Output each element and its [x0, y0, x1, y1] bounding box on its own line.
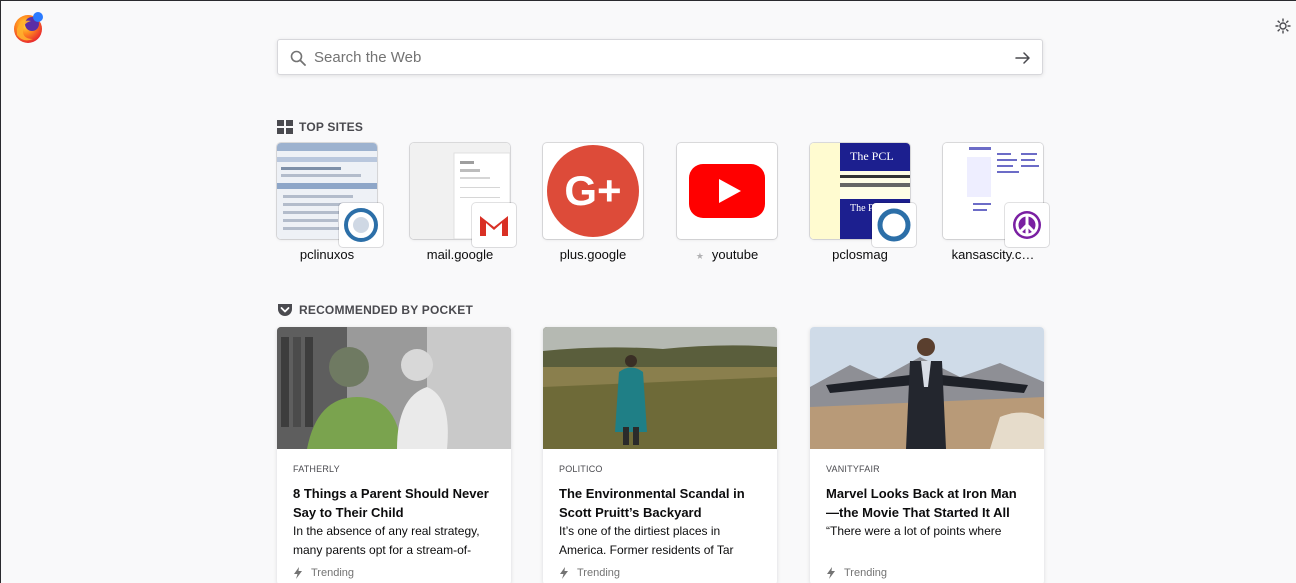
- pocket-title: RECOMMENDED BY POCKET: [299, 303, 473, 317]
- top-sites-title: TOP SITES: [299, 120, 364, 134]
- top-site-tile-mail-google[interactable]: mail.google: [410, 143, 516, 262]
- svg-text:The PCL: The PCL: [850, 149, 894, 163]
- search-bar: [277, 39, 1043, 75]
- top-site-tile-kansascity[interactable]: kansascity.c…: [943, 143, 1049, 262]
- story-source: VANITYFAIR: [826, 464, 880, 474]
- tile-label: pclinuxos: [299, 247, 355, 262]
- pclinuxos-icon: [339, 203, 383, 247]
- story-excerpt: It’s one of the dirtiest places in Ameri…: [559, 524, 734, 557]
- pocket-card[interactable]: POLITICO The Environmental Scandal in Sc…: [543, 327, 777, 583]
- svg-text:G+: G+: [564, 167, 621, 214]
- story-context: Trending: [293, 567, 354, 579]
- story-image: [277, 327, 511, 449]
- peace-icon: [1005, 203, 1049, 247]
- settings-gear-icon[interactable]: [1274, 17, 1292, 35]
- pocket-card[interactable]: FATHERLY 8 Things a Parent Should Never …: [277, 327, 511, 583]
- story-context: Trending: [826, 567, 887, 579]
- pocket-icon: [278, 304, 292, 316]
- context-label: Trending: [577, 567, 621, 579]
- top-sites-grid-icon: [277, 120, 293, 134]
- story-excerpt: “There were a lot of points where: [826, 524, 1002, 538]
- top-site-tile-pclosmag[interactable]: The PCL The PC pclosmag: [810, 143, 916, 262]
- story-source: POLITICO: [559, 464, 603, 474]
- story-image: [810, 327, 1044, 449]
- top-sites-heading[interactable]: TOP SITES: [277, 120, 363, 134]
- story-title: The Environmental Scandal in Scott Pruit…: [559, 486, 745, 520]
- tile-label: kansascity.c…: [951, 247, 1035, 262]
- site-screenshot: G+: [543, 143, 643, 239]
- search-icon: [290, 50, 306, 66]
- site-screenshot: [677, 143, 777, 239]
- tile-label: ★ youtube: [695, 247, 759, 262]
- story-image: [543, 327, 777, 449]
- story-title: 8 Things a Parent Should Never Say to Th…: [293, 486, 489, 520]
- top-site-tile-pclinuxos[interactable]: pclinuxos: [277, 143, 383, 262]
- pin-icon: ★: [695, 251, 704, 261]
- search-go-arrow-icon[interactable]: [1014, 49, 1032, 67]
- trending-bolt-icon: [294, 567, 302, 579]
- tile-label: mail.google: [426, 247, 494, 262]
- story-title: Marvel Looks Back at Iron Man—the Movie …: [826, 486, 1017, 520]
- pocket-card[interactable]: VANITYFAIR Marvel Looks Back at Iron Man…: [810, 327, 1044, 583]
- trending-bolt-icon: [827, 567, 835, 579]
- pocket-heading[interactable]: RECOMMENDED BY POCKET: [277, 303, 473, 317]
- top-site-tile-youtube[interactable]: ★ youtube: [677, 143, 777, 262]
- context-label: Trending: [311, 567, 355, 579]
- search-input[interactable]: [314, 40, 994, 74]
- top-site-tile-plus-google[interactable]: G+ plus.google: [543, 143, 643, 262]
- firefox-logo-icon: [11, 11, 45, 45]
- google-plus-icon: G+: [547, 145, 639, 237]
- trending-bolt-icon: [560, 567, 568, 579]
- pclosmag-icon: [872, 203, 916, 247]
- story-source: FATHERLY: [293, 464, 340, 474]
- tile-label: plus.google: [559, 247, 627, 262]
- tile-label: pclosmag: [832, 247, 888, 262]
- story-excerpt: In the absence of any real strategy, man…: [293, 524, 480, 557]
- story-context: Trending: [559, 567, 620, 579]
- youtube-icon: [689, 164, 765, 218]
- gmail-icon: [472, 203, 516, 247]
- context-label: Trending: [844, 567, 888, 579]
